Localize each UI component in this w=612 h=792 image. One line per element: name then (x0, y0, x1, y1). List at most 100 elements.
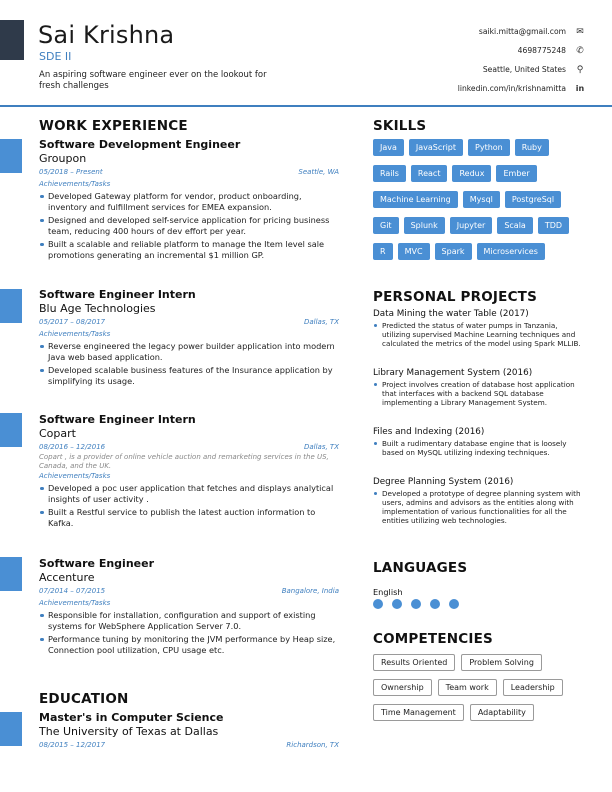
job-meta: 08/2016 – 12/2016 Dallas, TX (39, 442, 339, 453)
job-entry: Software Development Engineer Groupon 05… (39, 138, 339, 263)
job-accent-bar (0, 139, 22, 173)
education-entry: Master's in Computer Science The Univers… (39, 711, 339, 751)
skill-tag: TDD (537, 217, 570, 234)
skill-tag: PostgreSql (504, 191, 562, 208)
work-experience-heading: WORK EXPERIENCE (39, 118, 188, 134)
project-entry: Data Mining the water Table (2017) Predi… (373, 309, 588, 348)
skill-tag: Jupyter (449, 217, 493, 234)
language-level-dot (449, 599, 459, 609)
job-company: Blu Age Technologies (39, 302, 156, 315)
job-subtitle: Achievements/Tasks (39, 180, 111, 188)
skill-tag: Python (468, 139, 510, 156)
job-accent-bar (0, 413, 22, 447)
contact-linkedin[interactable]: linkedin.com/in/krishnamitta in (366, 79, 586, 98)
skills-list: Java JavaScript Python Ruby Rails React … (373, 139, 588, 269)
job-location: Dallas, TX (303, 318, 339, 326)
education-degree: Master's in Computer Science (39, 711, 224, 724)
job-title: Software Engineer (39, 557, 154, 570)
job-bullet: Designed and developed self-service appl… (39, 215, 339, 236)
contact-email[interactable]: saiki.mitta@gmail.com ✉ (366, 22, 586, 41)
job-title: Software Engineer Intern (39, 413, 196, 426)
job-entry: Software Engineer Intern Copart 08/2016 … (39, 413, 339, 531)
job-location: Bangalore, India (281, 587, 339, 595)
language-level-dot (373, 599, 383, 609)
skill-tag: JavaScript (408, 139, 464, 156)
education-location: Richardson, TX (286, 741, 339, 749)
job-accent-bar (0, 557, 22, 591)
header-divider (0, 105, 612, 107)
job-meta: 07/2014 – 07/2015 Bangalore, India (39, 586, 339, 597)
job-bullet: Responsible for installation, configurat… (39, 610, 339, 631)
job-meta: 05/2018 – Present Seattle, WA (39, 167, 339, 178)
education-school: The University of Texas at Dallas (39, 725, 219, 738)
skill-tag: MVC (397, 243, 430, 260)
header-corner-block (0, 20, 24, 60)
candidate-name: Sai Krishna (38, 21, 175, 49)
job-bullet: Developed Gateway platform for vendor, p… (39, 191, 339, 212)
skill-tag: Mysql (462, 191, 500, 208)
job-meta: 05/2017 – 08/2017 Dallas, TX (39, 317, 339, 328)
skill-tag: Ruby (514, 139, 549, 156)
job-bullets: Developed Gateway platform for vendor, p… (39, 191, 339, 260)
job-bullets: Reverse engineered the legacy power buil… (39, 341, 339, 386)
location-pin-icon: ⚲ (576, 64, 584, 75)
envelope-icon: ✉ (576, 26, 584, 37)
job-description: Copart , is a provider of online vehicle… (39, 453, 329, 470)
competencies-list: Results Oriented Problem Solving Ownersh… (373, 654, 588, 729)
skill-tag: Ember (496, 165, 537, 182)
contact-phone-text: 4698775248 (517, 46, 566, 55)
job-accent-bar (0, 289, 22, 323)
project-bullet: Developed a prototype of degree planning… (373, 489, 588, 525)
linkedin-icon: in (575, 84, 585, 93)
job-subtitle: Achievements/Tasks (39, 472, 111, 480)
job-bullet: Reverse engineered the legacy power buil… (39, 341, 339, 362)
project-bullets: Developed a prototype of degree planning… (373, 489, 588, 525)
project-title: Degree Planning System (2016) (373, 477, 514, 487)
job-company: Accenture (39, 571, 95, 584)
project-bullet: Project involves creation of database ho… (373, 380, 588, 407)
skills-heading: SKILLS (373, 118, 427, 134)
project-title: Files and Indexing (2016) (373, 427, 485, 437)
contact-linkedin-text: linkedin.com/in/krishnamitta (457, 84, 566, 93)
job-bullet: Built a Restful service to publish the l… (39, 507, 339, 528)
competency-tag: Results Oriented (373, 654, 456, 671)
project-entry: Library Management System (2016) Project… (373, 368, 588, 407)
language-level-dot (392, 599, 402, 609)
skill-tag: Rails (373, 165, 406, 182)
job-dates: 07/2014 – 07/2015 (39, 587, 106, 595)
project-bullets: Built a rudimentary database engine that… (373, 439, 588, 457)
job-bullets: Responsible for installation, configurat… (39, 610, 339, 655)
project-bullets: Project involves creation of database ho… (373, 380, 588, 407)
contact-phone[interactable]: 4698775248 ✆ (366, 41, 586, 60)
project-bullet: Built a rudimentary database engine that… (373, 439, 588, 457)
education-dates: 08/2015 – 12/2017 (39, 741, 106, 749)
job-subtitle: Achievements/Tasks (39, 330, 111, 338)
contact-list: saiki.mitta@gmail.com ✉ 4698775248 ✆ Sea… (366, 22, 586, 98)
education-accent-bar (0, 712, 22, 746)
project-title: Data Mining the water Table (2017) (373, 309, 529, 319)
competency-tag: Leadership (502, 679, 563, 696)
job-location: Seattle, WA (298, 168, 339, 176)
skill-tag: R (373, 243, 393, 260)
competency-tag: Team work (437, 679, 497, 696)
competency-tag: Ownership (373, 679, 432, 696)
job-title: Software Engineer Intern (39, 288, 196, 301)
skill-tag: Microservices (476, 243, 545, 260)
job-bullet: Developed a poc user application that fe… (39, 483, 339, 504)
skill-tag: Java (373, 139, 404, 156)
skill-tag: Git (373, 217, 399, 234)
language-level-dot (411, 599, 421, 609)
project-title: Library Management System (2016) (373, 368, 533, 378)
competency-tag: Time Management (373, 704, 464, 721)
competencies-heading: COMPETENCIES (373, 631, 493, 647)
skill-tag: Machine Learning (373, 191, 458, 208)
candidate-summary: An aspiring software engineer ever on th… (39, 70, 267, 91)
job-entry: Software Engineer Accenture 07/2014 – 07… (39, 557, 339, 658)
job-dates: 05/2018 – Present (39, 168, 103, 176)
contact-location: Seattle, United States ⚲ (366, 60, 586, 79)
language-level (373, 599, 468, 609)
skill-tag: Scala (497, 217, 533, 234)
job-bullets: Developed a poc user application that fe… (39, 483, 339, 528)
projects-heading: PERSONAL PROJECTS (373, 289, 538, 305)
job-location: Dallas, TX (303, 443, 339, 451)
